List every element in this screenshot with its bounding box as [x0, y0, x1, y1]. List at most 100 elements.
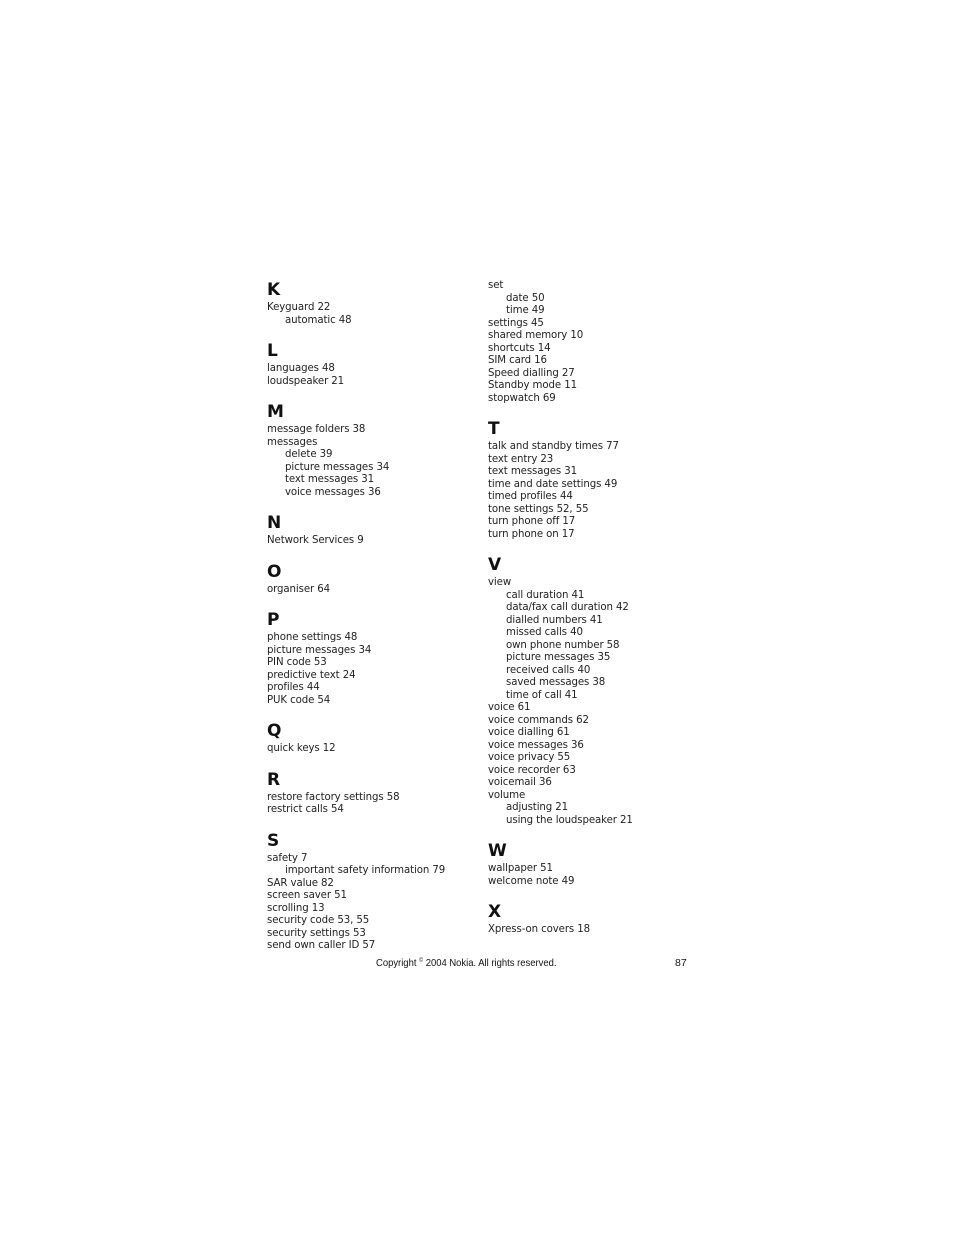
index-entry: voice recorder 63	[488, 764, 576, 776]
index-entry: Keyguard 22	[267, 302, 331, 313]
index-entry: set	[488, 280, 504, 291]
section-letter: M	[267, 402, 284, 422]
index-entry: organiser 64	[267, 583, 331, 595]
index-section-p: Pphone settings 48 picture messages 34 PIN…	[267, 610, 482, 707]
index-entry: security code 53, 55	[267, 915, 370, 926]
index-subentry: picture messages 35	[506, 652, 611, 663]
section-letter: X	[488, 902, 502, 922]
index-subentry: using the loudspeaker 21	[506, 814, 633, 826]
index-section-q: Qquick keys 12	[267, 721, 482, 756]
index-entry: text entry 23	[488, 453, 554, 465]
index-entry: phone settings 48	[267, 632, 358, 643]
index-entry: turn phone off 17	[488, 516, 576, 527]
index-entry: restrict calls 54	[267, 804, 344, 815]
index-entry: PIN code 53	[267, 657, 327, 668]
index-subentry: adjusting 21	[506, 802, 569, 813]
index-entry: settings 45	[488, 317, 544, 329]
section-letter: L	[267, 341, 278, 361]
index-entry: turn phone on 17	[488, 528, 575, 540]
index-entry: send own caller ID 57	[267, 940, 376, 951]
index-section-v: Vview call duration 41 data/fax call durat…	[488, 555, 703, 827]
index-entry: voice messages 36	[488, 739, 584, 751]
copyright-symbol: ©	[419, 958, 424, 964]
index-section-o: Oorganiser 64	[267, 562, 482, 597]
index-entry: text messages 31	[488, 466, 578, 477]
index-entry: safety 7	[267, 852, 308, 864]
copyright-text: 2004 Nokia. All rights reserved.	[425, 957, 557, 969]
index-entry: loudspeaker 21	[267, 375, 345, 387]
index-subentry: saved messages 38	[506, 677, 606, 688]
index-section-s: Ssafety 7 important safety information 79…	[267, 831, 482, 953]
index-entry: talk and standby times 77	[488, 441, 619, 452]
index-entry: scrolling 13	[267, 902, 325, 914]
index-subentry: voice messages 36	[285, 486, 381, 498]
index-entry: PUK code 54	[267, 694, 331, 706]
copyright-prefix: Copyright	[376, 957, 417, 969]
section-letter: T	[488, 419, 500, 439]
index-subentry: dialled numbers 41	[506, 614, 603, 626]
index-subentry: important safety information 79	[285, 865, 446, 876]
index-entry: voice dialling 61	[488, 727, 570, 738]
index-entry: quick keys 12	[267, 743, 336, 754]
index-subentry: automatic 48	[285, 314, 352, 326]
section-letter: N	[267, 513, 282, 533]
section-letter: R	[267, 769, 281, 790]
index-entry: screen saver 51	[267, 890, 347, 901]
index-entry: Xpress-on covers 18	[488, 924, 591, 935]
index-subentry: text messages 31	[285, 474, 375, 485]
index-column-left: K Keyguard 22 automatic 48 Llanguages 48 lou…	[267, 280, 482, 967]
index-entry: shared memory 10	[488, 330, 584, 341]
section-letter: O	[267, 561, 282, 582]
index-subentry: date 50	[506, 292, 545, 304]
index-subentry: received calls 40	[506, 664, 591, 676]
index-section-m: Mmessage folders 38 messages delete 39 pict…	[267, 402, 482, 499]
index-entry: SAR value 82	[267, 877, 334, 889]
index-subentry: picture messages 34	[285, 461, 390, 473]
index-section-x: X Xpress-on covers 18	[488, 902, 703, 937]
section-letter: K	[267, 280, 281, 300]
index-section-t: Ttalk and standby times 77 text entry 23 t…	[488, 419, 703, 541]
index-entry: messages	[267, 436, 318, 448]
index-entry: Standby mode 11	[488, 380, 577, 391]
index-entry: Network Services 9	[267, 535, 364, 546]
index-entry: profiles 44	[267, 682, 320, 693]
section-letter: V	[488, 555, 502, 575]
index-entry: shortcuts 14	[488, 342, 551, 354]
index-column-right: set date 50 time 49 settings 45 shared memor…	[488, 280, 703, 951]
index-entry: security settings 53	[267, 927, 366, 939]
index-entry: volume	[488, 789, 526, 801]
index-entry: voice privacy 55	[488, 752, 571, 763]
index-subentry: data/fax call duration 42	[506, 602, 629, 613]
index-entry: voicemail 36	[488, 777, 552, 788]
index-subentry: time 49	[506, 305, 545, 316]
index-section-k: K Keyguard 22 automatic 48	[267, 280, 482, 327]
copyright-notice: Copyright © 2004 Nokia. All rights reser…	[376, 957, 556, 969]
index-entry: predictive text 24	[267, 669, 356, 681]
index-subentry: missed calls 40	[506, 627, 583, 638]
section-letter: Q	[267, 721, 282, 741]
index-subentry: delete 39	[285, 449, 333, 460]
index-entry: wallpaper 51	[488, 863, 553, 874]
index-entry: voice commands 62	[488, 714, 589, 726]
index-entry: restore factory settings 58	[267, 791, 400, 803]
index-entry: picture messages 34	[267, 644, 372, 656]
index-entry: Speed dialling 27	[488, 367, 575, 379]
index-entry: message folders 38	[267, 424, 366, 435]
index-entry: voice 61	[488, 702, 531, 713]
index-section-w: Wwallpaper 51 welcome note 49	[488, 841, 703, 888]
index-section-continued: set date 50 time 49 settings 45 shared memor…	[488, 280, 703, 405]
index-section-l: Llanguages 48 loudspeaker 21	[267, 341, 482, 388]
index-entry: welcome note 49	[488, 875, 575, 887]
index-entry: time and date settings 49	[488, 478, 618, 490]
section-letter: S	[267, 830, 280, 851]
section-letter: P	[267, 610, 280, 630]
page-number: 87	[675, 957, 687, 969]
index-entry: tone settings 52, 55	[488, 503, 589, 515]
index-entry: view	[488, 577, 512, 588]
index-entry: stopwatch 69	[488, 392, 556, 404]
index-subentry: own phone number 58	[506, 639, 620, 651]
index-section-r: Rrestore factory settings 58 restrict cal…	[267, 770, 482, 817]
index-entry: timed profiles 44	[488, 491, 573, 502]
index-subentry: call duration 41	[506, 589, 585, 601]
index-entry: languages 48	[267, 363, 335, 374]
